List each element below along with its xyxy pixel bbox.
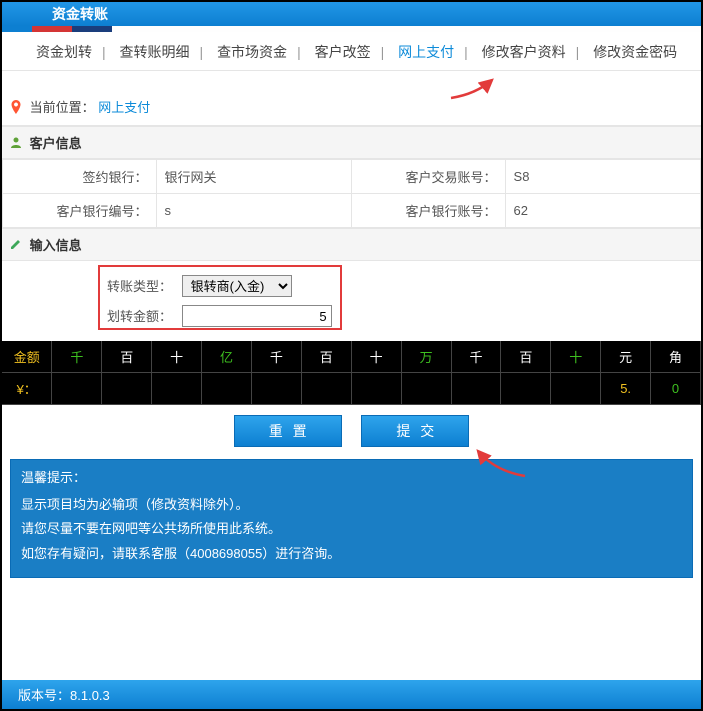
button-row: 重置 提交: [2, 405, 701, 459]
select-transfer-type[interactable]: 银转商(入金): [182, 275, 292, 297]
version-value: 8.1.0.3: [70, 688, 110, 703]
col-hundred: 百: [102, 341, 152, 373]
digit-cell: 5.: [601, 373, 651, 405]
tip-line: 请您尽量不要在网吧等公共场所使用此系统。: [21, 517, 682, 542]
col-amount: 金额: [2, 341, 52, 373]
digit-value-row: ¥： 5. 0: [2, 373, 701, 405]
digit-cell: [152, 373, 202, 405]
location-pin-icon: [10, 100, 22, 117]
section-title: 输入信息: [30, 238, 82, 253]
input-form: 转账类型： 银转商(入金) 划转金额：: [2, 261, 701, 341]
col-yuan: 元: [601, 341, 651, 373]
label-transfer-type: 转账类型：: [102, 276, 172, 295]
breadcrumb-current: 网上支付: [98, 100, 150, 115]
col-wan: 万: [401, 341, 451, 373]
submit-button[interactable]: 提交: [361, 415, 469, 447]
col-jiao: 角: [651, 341, 701, 373]
table-row: 客户银行编号： s 客户银行账号： 62: [3, 194, 701, 228]
digit-cell: [351, 373, 401, 405]
digit-cell: [52, 373, 102, 405]
col-hundred2: 百: [301, 341, 351, 373]
col-thousand2: 千: [251, 341, 301, 373]
value-trade-account: S8: [505, 160, 700, 194]
tips-box: 温馨提示： 显示项目均为必输项（修改资料除外）。 请您尽量不要在网吧等公共场所使…: [10, 459, 693, 578]
section-input-info: 输入信息: [2, 228, 701, 261]
label-bank-code: 客户银行编号：: [3, 194, 157, 228]
tip-line: 如您存有疑问，请联系客服（4008698055）进行咨询。: [21, 542, 682, 567]
input-transfer-amount[interactable]: [182, 305, 332, 327]
version-label: 版本号：: [18, 688, 70, 703]
amount-digit-table: 金额 千 百 十 亿 千 百 十 万 千 百 十 元 角 ¥： 5. 0: [2, 341, 701, 405]
section-title: 客户信息: [30, 136, 82, 151]
col-yi: 亿: [202, 341, 252, 373]
tip-line: 显示项目均为必输项（修改资料除外）。: [21, 493, 682, 518]
nav-tabs: 资金划转| 查转账明细| 查市场资金| 客户改签| 网上支付| 修改客户资料| …: [2, 32, 701, 71]
col-ten3: 十: [551, 341, 601, 373]
customer-info-table: 签约银行： 银行网关 客户交易账号： S8 客户银行编号： s 客户银行账号： …: [2, 159, 701, 228]
col-hundred3: 百: [501, 341, 551, 373]
footer: 版本号：8.1.0.3: [2, 680, 701, 709]
value-bank: 银行网关: [156, 160, 351, 194]
digit-cell: [301, 373, 351, 405]
tab-customer-resign[interactable]: 客户改签: [311, 44, 375, 60]
value-bank-code: s: [156, 194, 351, 228]
reset-button[interactable]: 重置: [234, 415, 342, 447]
digit-cell: [251, 373, 301, 405]
label-trade-account: 客户交易账号：: [351, 160, 505, 194]
col-ten: 十: [152, 341, 202, 373]
section-customer-info: 客户信息: [2, 126, 701, 159]
digit-cell: [551, 373, 601, 405]
table-row: 签约银行： 银行网关 客户交易账号： S8: [3, 160, 701, 194]
edit-icon: [10, 238, 26, 253]
label-bank-account: 客户银行账号：: [351, 194, 505, 228]
breadcrumb-label: 当前位置：: [30, 100, 95, 115]
row-label: ¥：: [2, 373, 52, 405]
digit-cell: [102, 373, 152, 405]
label-bank: 签约银行：: [3, 160, 157, 194]
digit-cell: [202, 373, 252, 405]
breadcrumb: 当前位置： 网上支付: [2, 89, 701, 126]
digit-header-row: 金额 千 百 十 亿 千 百 十 万 千 百 十 元 角: [2, 341, 701, 373]
tab-online-payment[interactable]: 网上支付: [394, 44, 458, 60]
tab-edit-customer[interactable]: 修改客户资料: [478, 44, 570, 60]
digit-cell: [451, 373, 501, 405]
label-transfer-amount: 划转金额：: [102, 306, 172, 325]
window-title: 资金转账: [2, 2, 701, 26]
tips-title: 温馨提示：: [21, 466, 682, 491]
digit-cell: [401, 373, 451, 405]
col-thousand3: 千: [451, 341, 501, 373]
tab-fund-transfer[interactable]: 资金划转: [32, 44, 96, 60]
digit-cell: 0: [651, 373, 701, 405]
col-thousand: 千: [52, 341, 102, 373]
tab-change-password[interactable]: 修改资金密码: [589, 44, 681, 60]
tab-transfer-history[interactable]: 查转账明细: [116, 44, 194, 60]
digit-cell: [501, 373, 551, 405]
user-icon: [10, 136, 26, 151]
value-bank-account: 62: [505, 194, 700, 228]
tab-market-funds[interactable]: 查市场资金: [213, 44, 291, 60]
col-ten2: 十: [351, 341, 401, 373]
